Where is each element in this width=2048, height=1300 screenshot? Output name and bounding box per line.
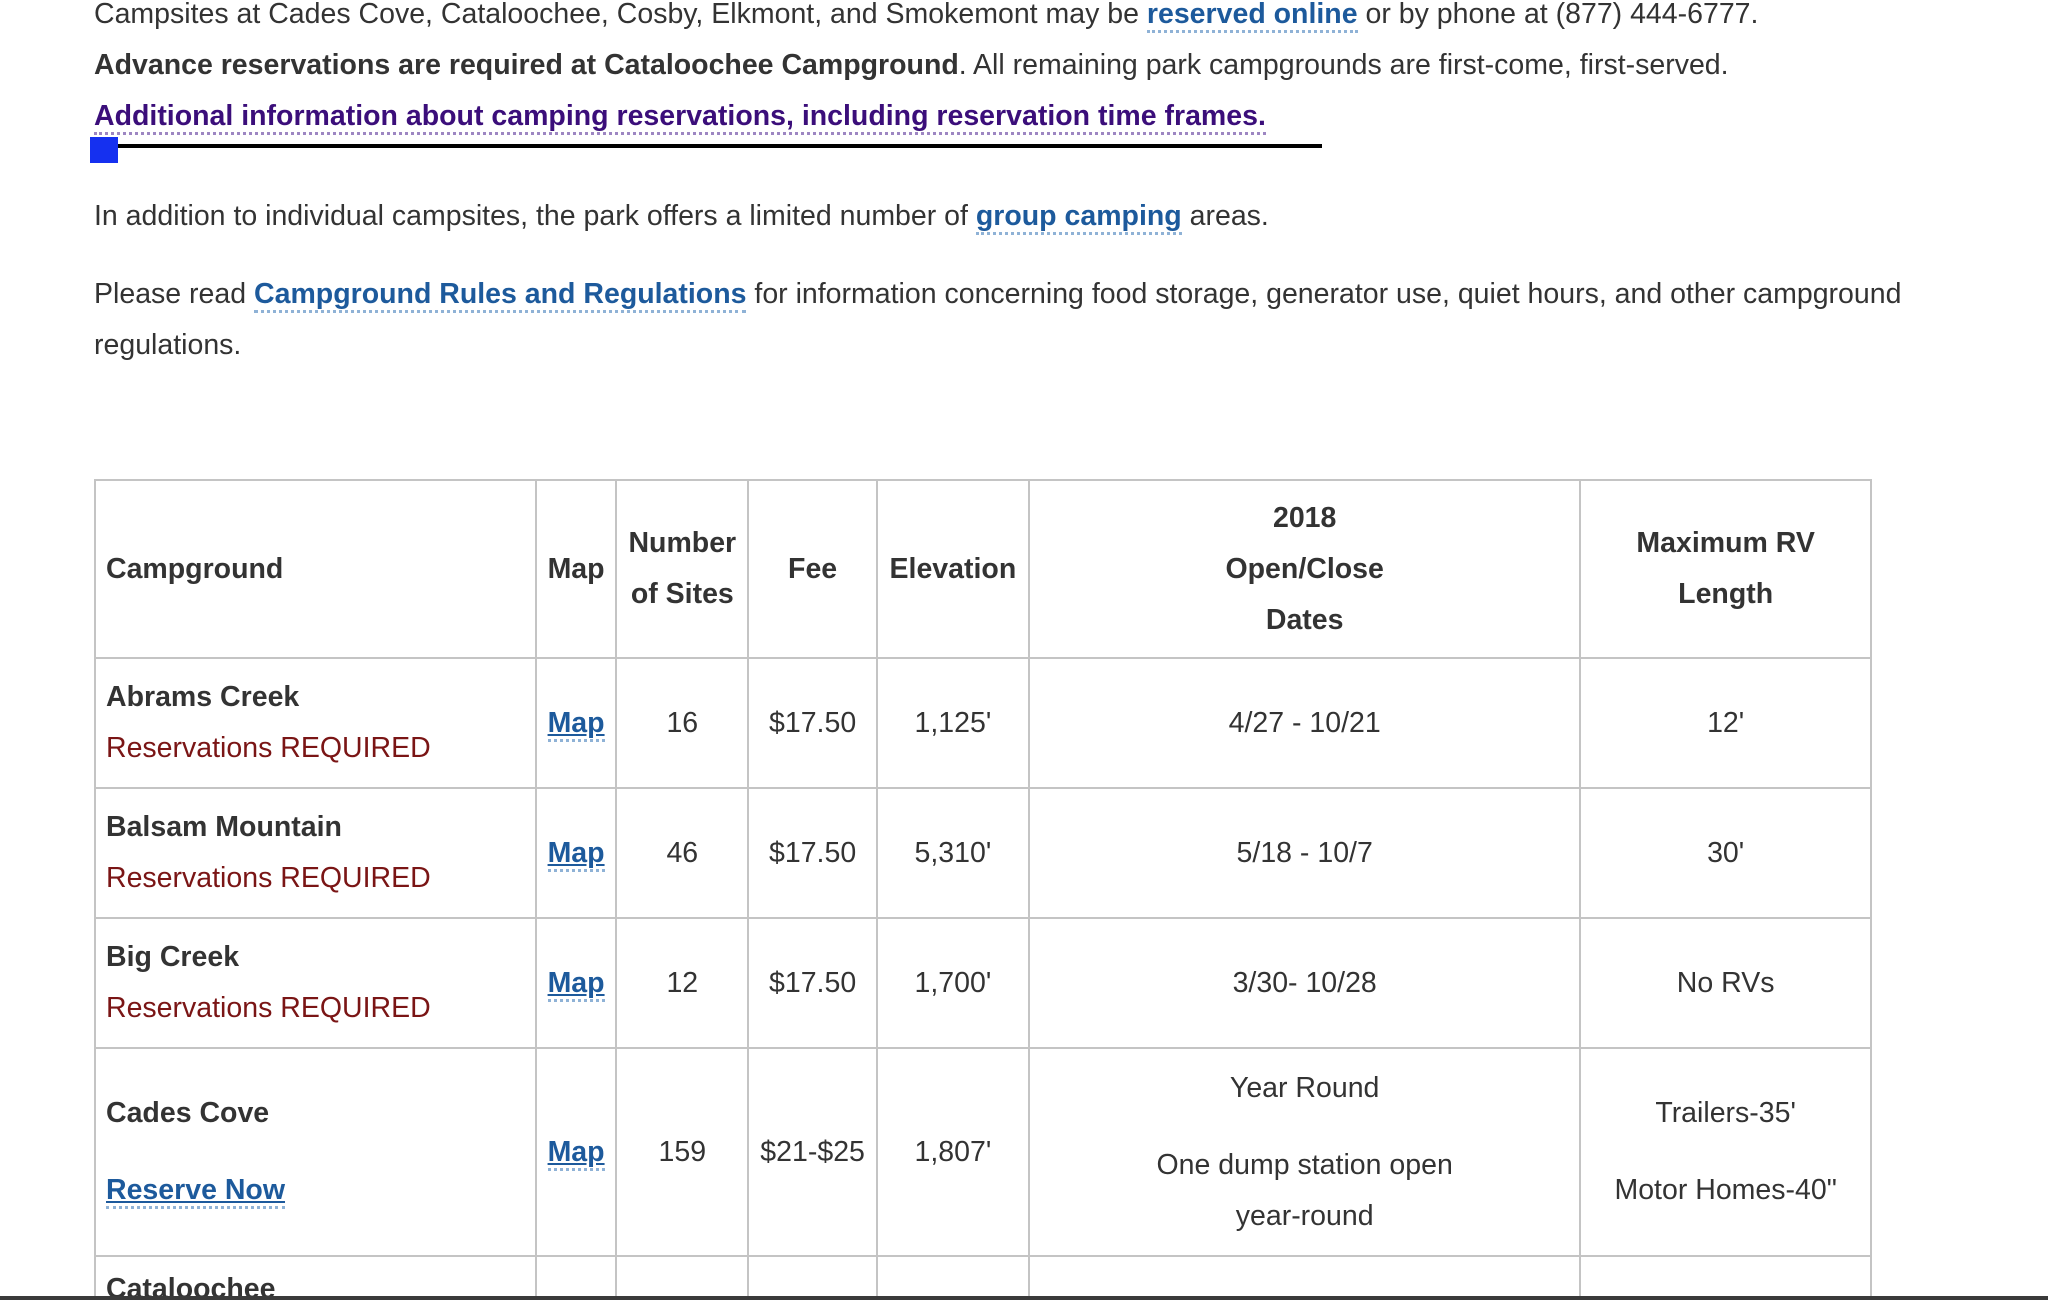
group-camping-paragraph: In addition to individual campsites, the… [94,191,1924,242]
table-row: Abrams Creek Reservations REQUIRED Map 1… [94,657,1872,789]
text-cursor-handle[interactable] [90,137,118,163]
dates-cell: 3/30- 10/28 [1028,917,1582,1049]
sites-cell: 16 [615,657,750,789]
header-campground: Campground [94,479,537,659]
fee-cell: $17.50 [747,917,878,1049]
additional-info-link[interactable]: Additional information about camping res… [94,100,1266,135]
dates-cell: Year Round One dump station open year-ro… [1028,1047,1582,1257]
table-row: Big Creek Reservations REQUIRED Map 12 $… [94,917,1872,1049]
reservation-note: Reservations REQUIRED [106,992,431,1024]
group-camping-suffix: areas. [1181,200,1269,232]
fee-cell: $17.50 [747,787,878,919]
header-map: Map [534,479,618,659]
reservation-note: Reservations REQUIRED [106,732,431,764]
header-elevation: Elevation [875,479,1031,659]
campground-name: Balsam Mountain [106,811,342,843]
map-link[interactable]: Map [547,1135,605,1171]
header-max-rv: Maximum RV Length [1579,479,1872,659]
window-bottom-edge [0,1296,2048,1300]
campground-cell: Balsam Mountain Reservations REQUIRED [94,787,537,919]
table-row: Cades Cove Reserve Now Map 159 $21-$25 1… [94,1047,1872,1257]
header-dates-line2: Open/Close [1225,552,1384,585]
reservation-note: Reservations REQUIRED [106,862,431,894]
elevation-cell: 5,310' [875,787,1031,919]
rules-paragraph: Please read Campground Rules and Regulat… [94,269,1924,371]
campground-table: Campground Map Number of Sites Fee Eleva… [94,479,1872,1300]
rv-line1: Trailers-35' [1655,1097,1796,1129]
campground-cell: Cataloochee [94,1255,537,1300]
fee-cell [747,1255,878,1300]
elevation-cell: 1,700' [875,917,1031,1049]
reservation-phone-text: or by phone at (877) 444-6777. [1357,0,1759,30]
dates-cell [1028,1255,1582,1300]
elevation-cell: 1,807' [875,1047,1031,1257]
map-link[interactable]: Map [547,706,605,742]
sites-cell: 46 [615,787,750,919]
rules-prefix: Please read [94,278,255,310]
reserved-online-link[interactable]: reserved online [1146,0,1358,33]
map-cell: Map [534,657,618,789]
advance-reservations-text: Advance reservations are required at Cat… [94,49,959,81]
header-dates: 2018 Open/Close Dates [1028,479,1582,659]
rv-line2: Motor Homes-40" [1614,1174,1837,1206]
map-cell [534,1255,618,1300]
dates-line2: One dump station open year-round [1156,1148,1453,1232]
header-dates-line3: Dates [1265,603,1344,636]
map-cell: Map [534,917,618,1049]
campground-name: Cataloochee [106,1273,276,1300]
table-header-row: Campground Map Number of Sites Fee Eleva… [94,479,1872,659]
campground-name: Big Creek [106,941,240,973]
rv-length-cell: 30' [1579,787,1872,919]
dates-line1: Year Round [1229,1071,1380,1104]
reservation-text: Campsites at Cades Cove, Cataloochee, Co… [94,0,1147,30]
reservation-paragraph: Campsites at Cades Cove, Cataloochee, Co… [94,0,1924,142]
first-come-text: . All remaining park campgrounds are fir… [958,49,1729,81]
dates-cell: 5/18 - 10/7 [1028,787,1582,919]
header-number-of-sites: Number of Sites [615,479,750,659]
map-cell: Map [534,787,618,919]
header-rv-line1: Maximum RV [1636,527,1815,559]
map-cell: Map [534,1047,618,1257]
header-sites-line1: Number [628,527,737,559]
reserve-now-link[interactable]: Reserve Now [106,1174,286,1209]
elevation-cell [875,1255,1031,1300]
rules-link[interactable]: Campground Rules and Regulations [254,278,747,313]
sites-cell [615,1255,750,1300]
fee-cell: $17.50 [747,657,878,789]
header-sites-line2: of Sites [630,578,734,610]
rv-length-cell [1579,1255,1872,1300]
focus-underline [94,144,1322,148]
group-camping-text: In addition to individual campsites, the… [94,200,976,232]
header-rv-line2: Length [1678,578,1774,610]
table-row: Balsam Mountain Reservations REQUIRED Ma… [94,787,1872,919]
campground-cell: Big Creek Reservations REQUIRED [94,917,537,1049]
campground-cell: Cades Cove Reserve Now [94,1047,537,1257]
campground-name: Abrams Creek [106,681,300,713]
rv-length-cell: No RVs [1579,917,1872,1049]
campground-name: Cades Cove [106,1097,270,1129]
group-camping-link[interactable]: group camping [975,200,1182,235]
header-dates-line1: 2018 [1272,501,1337,534]
rv-length-cell: 12' [1579,657,1872,789]
campground-cell: Abrams Creek Reservations REQUIRED [94,657,537,789]
sites-cell: 12 [615,917,750,1049]
map-link[interactable]: Map [547,836,605,872]
dates-cell: 4/27 - 10/21 [1028,657,1582,789]
rv-length-cell: Trailers-35' Motor Homes-40" [1579,1047,1872,1257]
header-fee: Fee [747,479,878,659]
fee-cell: $21-$25 [747,1047,878,1257]
table-row: Cataloochee [94,1255,1872,1300]
map-link[interactable]: Map [547,966,605,1002]
elevation-cell: 1,125' [875,657,1031,789]
sites-cell: 159 [615,1047,750,1257]
